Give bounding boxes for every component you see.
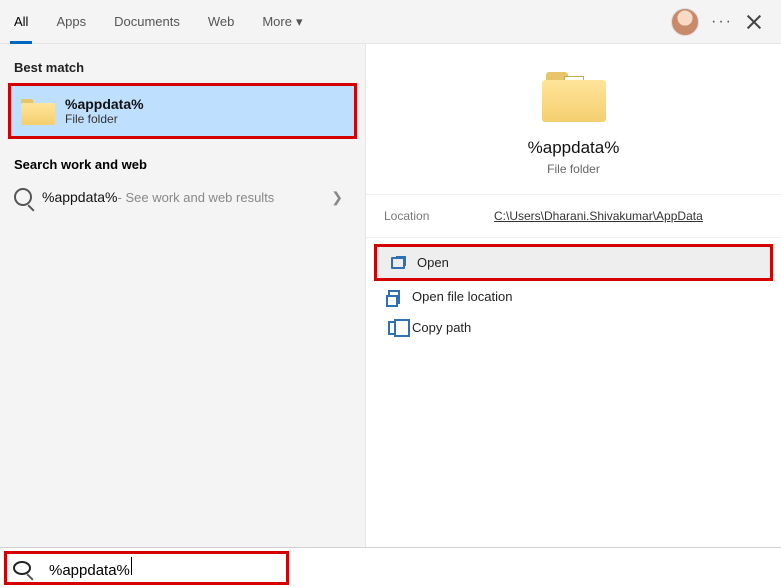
action-copy-path[interactable]: Copy path: [374, 312, 773, 343]
web-hint-text: - See work and web results: [118, 190, 275, 205]
preview-header: %appdata% File folder: [366, 44, 781, 194]
more-options-button[interactable]: ···: [711, 13, 733, 31]
filter-tabs: All Apps Documents Web More ▾: [0, 0, 317, 43]
location-label: Location: [384, 209, 494, 223]
search-bar: %appdata%: [0, 547, 781, 587]
action-open-label: Open: [417, 255, 449, 270]
preview-actions: Open Open file location Copy path: [366, 238, 781, 349]
folder-icon: [21, 97, 55, 125]
text-caret: [131, 557, 132, 575]
web-result-row[interactable]: %appdata% - See work and web results ❯: [0, 180, 365, 214]
copy-path-icon: [388, 321, 400, 335]
search-input[interactable]: %appdata%: [49, 557, 280, 579]
tab-web[interactable]: Web: [194, 0, 249, 43]
action-copy-path-label: Copy path: [412, 320, 471, 335]
preview-subtitle: File folder: [547, 162, 600, 176]
action-open-file-location[interactable]: Open file location: [374, 281, 773, 312]
search-icon: [14, 188, 32, 206]
user-avatar[interactable]: [671, 8, 699, 36]
open-location-icon: [388, 290, 400, 304]
chevron-down-icon: ▾: [296, 14, 303, 30]
best-match-subtitle: File folder: [65, 112, 144, 126]
results-panel: Best match %appdata% File folder Search …: [0, 44, 365, 547]
best-match-result[interactable]: %appdata% File folder: [8, 83, 357, 139]
search-work-web-label: Search work and web: [0, 139, 365, 180]
action-open-location-label: Open file location: [412, 289, 512, 304]
action-open[interactable]: Open: [374, 244, 773, 281]
preview-location-row: Location C:\Users\Dharani.Shivakumar\App…: [366, 194, 781, 238]
tab-more[interactable]: More ▾: [248, 0, 316, 43]
close-button[interactable]: [745, 13, 763, 31]
best-match-text: %appdata% File folder: [65, 96, 144, 126]
preview-title: %appdata%: [528, 138, 620, 158]
folder-large-icon: [542, 72, 606, 122]
main-panel: Best match %appdata% File folder Search …: [0, 44, 781, 547]
preview-panel: %appdata% File folder Location C:\Users\…: [365, 44, 781, 547]
chevron-right-icon: ❯: [331, 189, 351, 206]
tab-all[interactable]: All: [0, 0, 42, 43]
location-path[interactable]: C:\Users\Dharani.Shivakumar\AppData: [494, 209, 703, 223]
best-match-label: Best match: [0, 56, 365, 83]
tab-documents[interactable]: Documents: [100, 0, 194, 43]
best-match-title: %appdata%: [65, 96, 144, 112]
tab-more-label: More: [262, 14, 292, 29]
search-icon: [13, 561, 31, 575]
top-bar: All Apps Documents Web More ▾ ···: [0, 0, 781, 44]
web-query-text: %appdata%: [42, 189, 118, 205]
tab-apps[interactable]: Apps: [42, 0, 100, 43]
search-box[interactable]: %appdata%: [4, 551, 289, 585]
open-icon: [391, 257, 405, 269]
top-bar-right: ···: [671, 8, 773, 36]
search-value: %appdata%: [49, 562, 130, 579]
